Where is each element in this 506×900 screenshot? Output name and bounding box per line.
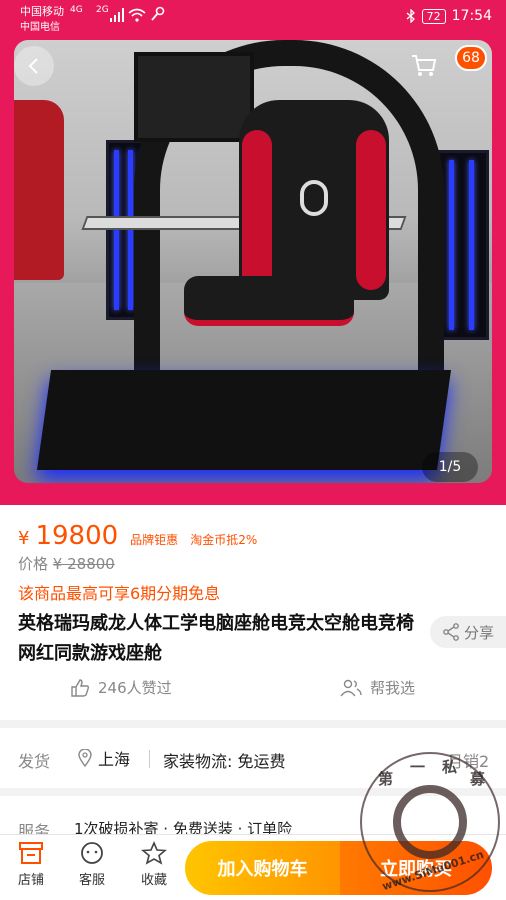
signal-label: 4G <box>70 5 83 15</box>
back-button[interactable] <box>14 46 54 86</box>
watermark-seal-inner <box>393 785 467 859</box>
shipping-method: 家装物流: 免运费 <box>163 752 286 771</box>
currency-symbol: ¥ <box>18 528 30 549</box>
store-label: 店铺 <box>17 873 44 888</box>
battery-indicator: 72 <box>421 8 446 24</box>
customer-service-button[interactable]: 客服 <box>67 841 117 888</box>
clock: 17:54 <box>451 8 492 24</box>
original-price-value: ¥ 28800 <box>52 555 115 573</box>
share-label: 分享 <box>464 623 495 642</box>
sale-price: 19800 <box>35 521 119 551</box>
image-monitor <box>134 52 254 142</box>
favorite-button[interactable]: 收藏 <box>129 841 179 888</box>
signal-label-2: 2G <box>96 5 109 15</box>
status-bar: 中国移动 中国电信 4G 2G 72 17:54 <box>0 0 506 34</box>
share-button[interactable]: 分享 <box>430 616 506 648</box>
watermark-char-4: 募 <box>470 770 486 788</box>
chevron-left-icon <box>28 58 38 74</box>
brand-deal-tag: 品牌钜惠 <box>130 533 179 547</box>
divider <box>149 750 150 768</box>
people-icon <box>340 679 362 696</box>
image-chair-trim-right <box>356 130 386 290</box>
image-led-bar <box>449 160 454 330</box>
carrier-secondary: 中国电信 <box>20 22 60 33</box>
image-chair-logo <box>300 180 328 216</box>
favorite-label: 收藏 <box>140 873 167 888</box>
status-right: 72 17:54 <box>406 8 492 24</box>
signal-bars-icon <box>110 8 124 22</box>
product-title: 英格瑞玛威龙人体工学电脑座舱电竞太空舱电竞椅网红同款游戏座舱 <box>18 613 414 664</box>
key-icon <box>151 6 165 21</box>
cart-icon <box>412 55 437 76</box>
customer-service-label: 客服 <box>78 873 105 888</box>
coin-deal-tag: 淘金币抵2% <box>190 533 258 547</box>
shipping-label: 发货 <box>18 752 51 771</box>
product-info-card: ¥ 19800 品牌钜惠 淘金币抵2% 价格 ¥ 28800 该商品最高可享6期… <box>0 505 506 720</box>
store-icon <box>19 842 43 864</box>
wifi-icon <box>128 8 146 22</box>
original-price-label: 价格 <box>18 555 49 573</box>
star-icon <box>141 841 167 865</box>
price-row: ¥ 19800 品牌钜惠 淘金币抵2% <box>18 521 257 551</box>
watermark-char-1: 第 <box>378 770 394 788</box>
image-page-indicator: 1/5 <box>422 452 478 482</box>
help-pick-button[interactable]: 帮我选 <box>340 677 415 698</box>
add-to-cart-button[interactable]: 加入购物车 <box>185 841 340 895</box>
image-chair-seat <box>184 276 354 326</box>
ship-from: 上海 <box>78 746 130 770</box>
image-chair-trim-left <box>242 130 272 290</box>
thumbs-up-icon <box>71 678 90 697</box>
product-image[interactable] <box>14 40 492 483</box>
ship-from-city: 上海 <box>98 750 131 769</box>
share-icon <box>443 623 459 641</box>
likes-count: 246人赞过 <box>98 679 172 697</box>
bluetooth-icon <box>406 9 415 23</box>
image-led-bar <box>469 160 474 330</box>
watermark-char-2: 一 <box>410 758 426 776</box>
image-cockpit-base <box>36 370 452 470</box>
likes-button[interactable]: 246人赞过 <box>70 677 172 698</box>
installment-note: 该商品最高可享6期分期免息 <box>18 584 221 603</box>
store-button[interactable]: 店铺 <box>6 841 56 888</box>
image-led-bar <box>128 150 133 310</box>
watermark-char-3: 私 <box>442 758 458 776</box>
help-pick-label: 帮我选 <box>370 679 416 697</box>
image-side-chair <box>14 100 64 280</box>
original-price: 价格 ¥ 28800 <box>18 553 115 574</box>
cart-button[interactable] <box>404 46 444 86</box>
location-pin-icon <box>78 749 92 767</box>
chat-face-icon <box>81 842 103 864</box>
image-led-bar <box>114 150 119 310</box>
carrier-primary: 中国移动 <box>20 5 64 18</box>
cart-count-badge: 68 <box>455 45 487 71</box>
